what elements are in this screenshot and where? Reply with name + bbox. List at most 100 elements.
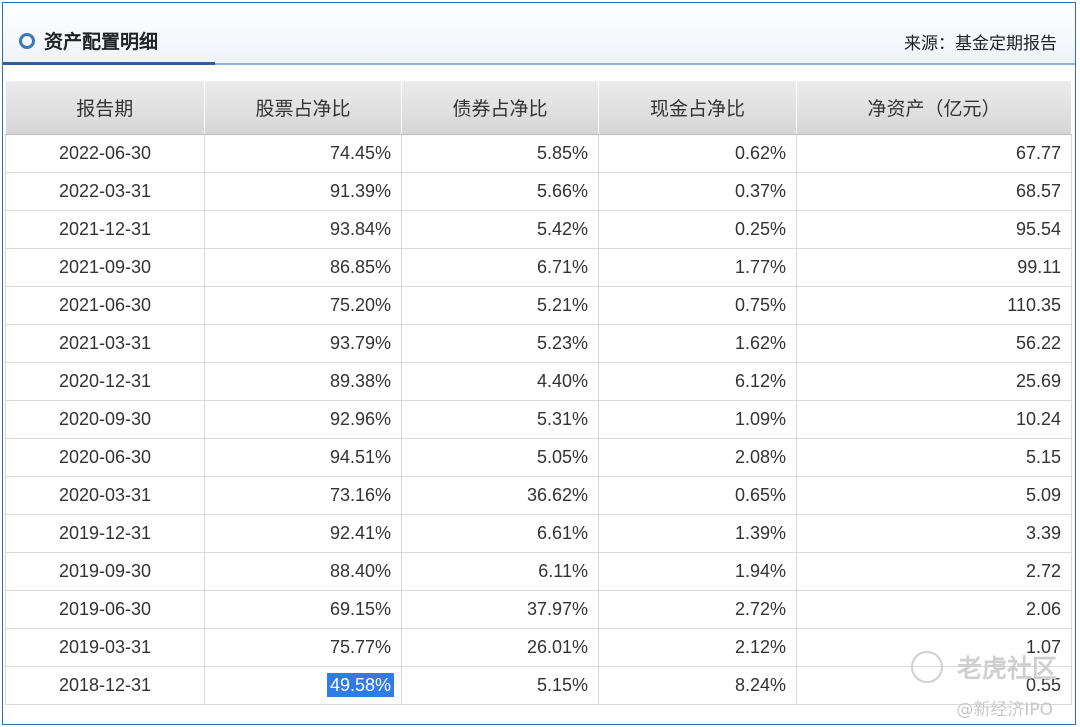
net-assets-cell: 99.11 [796, 248, 1072, 287]
period-cell: 2020-06-30 [5, 438, 205, 477]
table-header-row: 报告期 股票占净比 债券占净比 现金占净比 净资产（亿元） [5, 81, 1072, 135]
table-row: 2021-06-30 75.20% 5.21% 0.75% 110.35 [5, 286, 1072, 325]
period-cell: 2019-09-30 [5, 552, 205, 591]
table-row: 2020-03-31 73.16% 36.62% 0.65% 5.09 [5, 476, 1072, 515]
bond-ratio-cell: 6.61% [401, 514, 599, 553]
table-row: 2022-03-31 91.39% 5.66% 0.37% 68.57 [5, 172, 1072, 211]
net-assets-cell: 10.24 [796, 400, 1072, 439]
stock-ratio-cell: 75.20% [204, 286, 402, 325]
table-row: 2019-06-30 69.15% 37.97% 2.72% 2.06 [5, 590, 1072, 629]
net-assets-cell: 2.72 [796, 552, 1072, 591]
header-divider-accent [3, 62, 215, 65]
bond-ratio-cell: 36.62% [401, 476, 599, 515]
asset-allocation-panel: 资产配置明细 来源：基金定期报告 报告期 股票占净比 债券占净比 现金占净比 净… [2, 2, 1076, 725]
stock-ratio-cell: 93.84% [204, 210, 402, 249]
table-row: 2019-12-31 92.41% 6.61% 1.39% 3.39 [5, 514, 1072, 553]
period-cell: 2020-12-31 [5, 362, 205, 401]
period-cell: 2022-03-31 [5, 172, 205, 211]
stock-ratio-cell: 92.41% [204, 514, 402, 553]
period-cell: 2021-03-31 [5, 324, 205, 363]
period-cell: 2019-12-31 [5, 514, 205, 553]
period-cell: 2021-09-30 [5, 248, 205, 287]
cash-ratio-cell: 1.09% [598, 400, 797, 439]
net-assets-cell: 110.35 [796, 286, 1072, 325]
net-assets-cell: 68.57 [796, 172, 1072, 211]
bond-ratio-cell: 6.11% [401, 552, 599, 591]
net-assets-cell: 5.09 [796, 476, 1072, 515]
column-header-bond-ratio[interactable]: 债券占净比 [401, 81, 599, 135]
stock-ratio-cell: 89.38% [204, 362, 402, 401]
stock-ratio-cell: 73.16% [204, 476, 402, 515]
period-cell: 2020-09-30 [5, 400, 205, 439]
net-assets-cell: 2.06 [796, 590, 1072, 629]
source-label: 来源：基金定期报告 [904, 34, 1057, 54]
stock-ratio-cell: 74.45% [204, 134, 402, 173]
cash-ratio-cell: 1.94% [598, 552, 797, 591]
bond-ratio-cell: 5.31% [401, 400, 599, 439]
table-row: 2020-12-31 89.38% 4.40% 6.12% 25.69 [5, 362, 1072, 401]
panel-header: 资产配置明细 来源：基金定期报告 [3, 3, 1075, 65]
bond-ratio-cell: 5.66% [401, 172, 599, 211]
bond-ratio-cell: 37.97% [401, 590, 599, 629]
table-row: 2020-06-30 94.51% 5.05% 2.08% 5.15 [5, 438, 1072, 477]
table-row: 2020-09-30 92.96% 5.31% 1.09% 10.24 [5, 400, 1072, 439]
period-cell: 2022-06-30 [5, 134, 205, 173]
bond-ratio-cell: 5.05% [401, 438, 599, 477]
cash-ratio-cell: 2.72% [598, 590, 797, 629]
column-header-cash-ratio[interactable]: 现金占净比 [598, 81, 797, 135]
allocation-table: 报告期 股票占净比 债券占净比 现金占净比 净资产（亿元） 2022-06-30… [5, 81, 1072, 705]
stock-ratio-cell: 69.15% [204, 590, 402, 629]
bond-ratio-cell: 4.40% [401, 362, 599, 401]
cash-ratio-cell: 1.39% [598, 514, 797, 553]
cash-ratio-cell: 0.65% [598, 476, 797, 515]
column-header-stock-ratio[interactable]: 股票占净比 [204, 81, 402, 135]
cash-ratio-cell: 0.75% [598, 286, 797, 325]
bond-ratio-cell: 5.42% [401, 210, 599, 249]
table-row: 2019-09-30 88.40% 6.11% 1.94% 2.72 [5, 552, 1072, 591]
bond-ratio-cell: 5.23% [401, 324, 599, 363]
cash-ratio-cell: 6.12% [598, 362, 797, 401]
cash-ratio-cell: 0.25% [598, 210, 797, 249]
table-row: 2021-03-31 93.79% 5.23% 1.62% 56.22 [5, 324, 1072, 363]
watermark-handle: @新经济IPO [956, 700, 1053, 720]
table-row: 2021-09-30 86.85% 6.71% 1.77% 99.11 [5, 248, 1072, 287]
net-assets-cell: 56.22 [796, 324, 1072, 363]
period-cell: 2019-06-30 [5, 590, 205, 629]
bond-ratio-cell: 5.85% [401, 134, 599, 173]
period-cell: 2019-03-31 [5, 628, 205, 667]
cash-ratio-cell: 2.08% [598, 438, 797, 477]
cash-ratio-cell: 2.12% [598, 628, 797, 667]
net-assets-cell: 25.69 [796, 362, 1072, 401]
bond-ratio-cell: 5.21% [401, 286, 599, 325]
cash-ratio-cell: 8.24% [598, 666, 797, 705]
net-assets-cell: 3.39 [796, 514, 1072, 553]
cash-ratio-cell: 0.62% [598, 134, 797, 173]
stock-ratio-cell: 88.40% [204, 552, 402, 591]
column-header-net-assets[interactable]: 净资产（亿元） [796, 81, 1072, 135]
stock-ratio-cell: 91.39% [204, 172, 402, 211]
bond-ratio-cell: 6.71% [401, 248, 599, 287]
bond-ratio-cell: 26.01% [401, 628, 599, 667]
selected-text[interactable]: 49.58% [326, 673, 394, 697]
stock-ratio-cell: 75.77% [204, 628, 402, 667]
period-cell: 2021-06-30 [5, 286, 205, 325]
stock-ratio-cell: 93.79% [204, 324, 402, 363]
circle-bullet-icon [19, 33, 35, 49]
panel-title: 资产配置明细 [44, 31, 159, 53]
net-assets-cell: 67.77 [796, 134, 1072, 173]
table-row: 2022-06-30 74.45% 5.85% 0.62% 67.77 [5, 134, 1072, 173]
stock-ratio-cell: 94.51% [204, 438, 402, 477]
cash-ratio-cell: 1.62% [598, 324, 797, 363]
bond-ratio-cell: 5.15% [401, 666, 599, 705]
watermark-logo-icon [911, 651, 943, 683]
period-cell: 2021-12-31 [5, 210, 205, 249]
cash-ratio-cell: 0.37% [598, 172, 797, 211]
net-assets-cell: 95.54 [796, 210, 1072, 249]
column-header-period[interactable]: 报告期 [5, 81, 205, 135]
watermark-brand: 老虎社区 [956, 654, 1057, 683]
stock-ratio-cell: 92.96% [204, 400, 402, 439]
period-cell: 2018-12-31 [5, 666, 205, 705]
stock-ratio-cell: 49.58% [204, 666, 402, 705]
table-row: 2021-12-31 93.84% 5.42% 0.25% 95.54 [5, 210, 1072, 249]
period-cell: 2020-03-31 [5, 476, 205, 515]
